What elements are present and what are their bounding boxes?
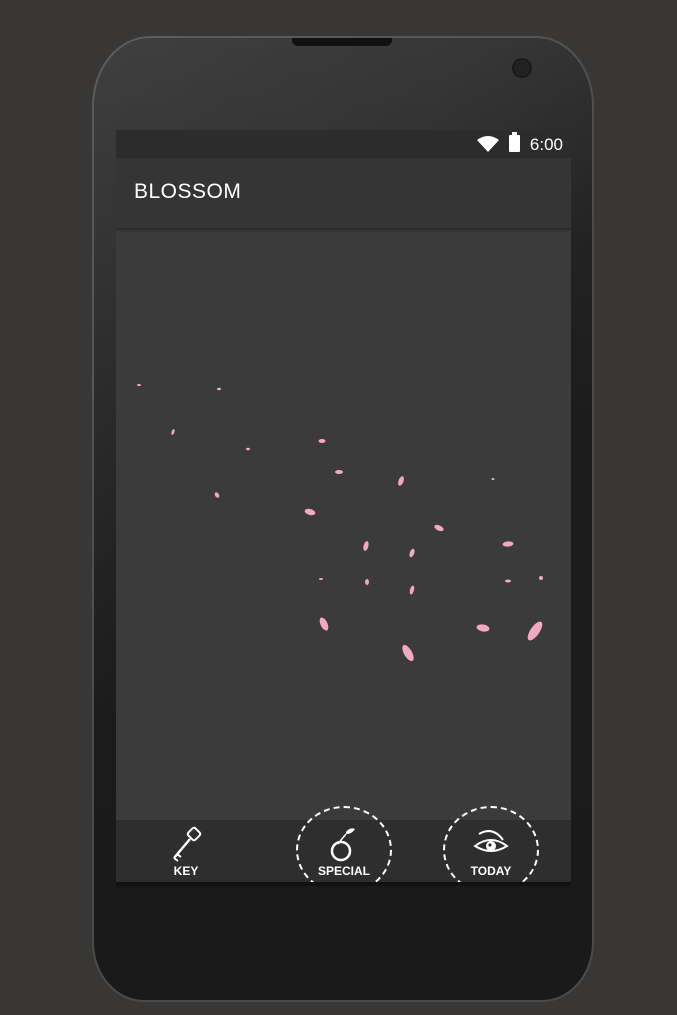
- status-bar: 6:00: [116, 130, 571, 158]
- front-camera: [514, 60, 530, 76]
- wifi-icon: [477, 136, 499, 152]
- petal: [539, 576, 543, 580]
- battery-icon: [509, 132, 520, 152]
- petal: [304, 508, 316, 516]
- petal: [476, 624, 490, 632]
- petal: [246, 447, 250, 451]
- petal: [319, 578, 323, 580]
- nav-key-button[interactable]: KEY: [131, 820, 241, 882]
- petal: [491, 478, 495, 480]
- petal: [398, 476, 404, 486]
- petal: [335, 470, 343, 474]
- petal: [363, 541, 369, 551]
- screen: 6:00 BLOSSOM KEY SPECIAL TODAY: [116, 130, 571, 886]
- bottom-nav-bar: KEY SPECIAL TODAY: [116, 806, 571, 886]
- eye-icon: [473, 830, 509, 852]
- falling-petals: [137, 384, 543, 662]
- petal-group: [137, 384, 543, 662]
- petal: [365, 579, 369, 585]
- petal: [217, 387, 221, 391]
- petal: [137, 384, 141, 386]
- blossom-canvas: [116, 228, 571, 820]
- petal: [402, 644, 414, 662]
- app-bar: BLOSSOM: [116, 158, 571, 228]
- petal: [319, 617, 329, 631]
- petal: [505, 579, 511, 583]
- nav-special-label: SPECIAL: [317, 864, 370, 878]
- nav-key-label: KEY: [173, 864, 199, 878]
- petal: [409, 548, 415, 558]
- petal: [409, 585, 415, 595]
- petal: [318, 439, 326, 443]
- petal: [214, 492, 220, 498]
- petal: [527, 621, 543, 641]
- cherry-icon: [330, 828, 355, 862]
- petal: [171, 429, 175, 435]
- status-time: 6:00: [529, 135, 563, 154]
- petal: [502, 541, 514, 547]
- app-title: BLOSSOM: [134, 180, 242, 203]
- petal: [434, 524, 444, 532]
- speaker-grille: [292, 38, 392, 46]
- nav-special-button[interactable]: SPECIAL: [289, 806, 399, 886]
- screen-bottom-edge: [116, 882, 571, 886]
- nav-today-label: TODAY: [470, 864, 512, 878]
- key-icon: [173, 826, 202, 862]
- nav-today-button[interactable]: TODAY: [436, 806, 546, 886]
